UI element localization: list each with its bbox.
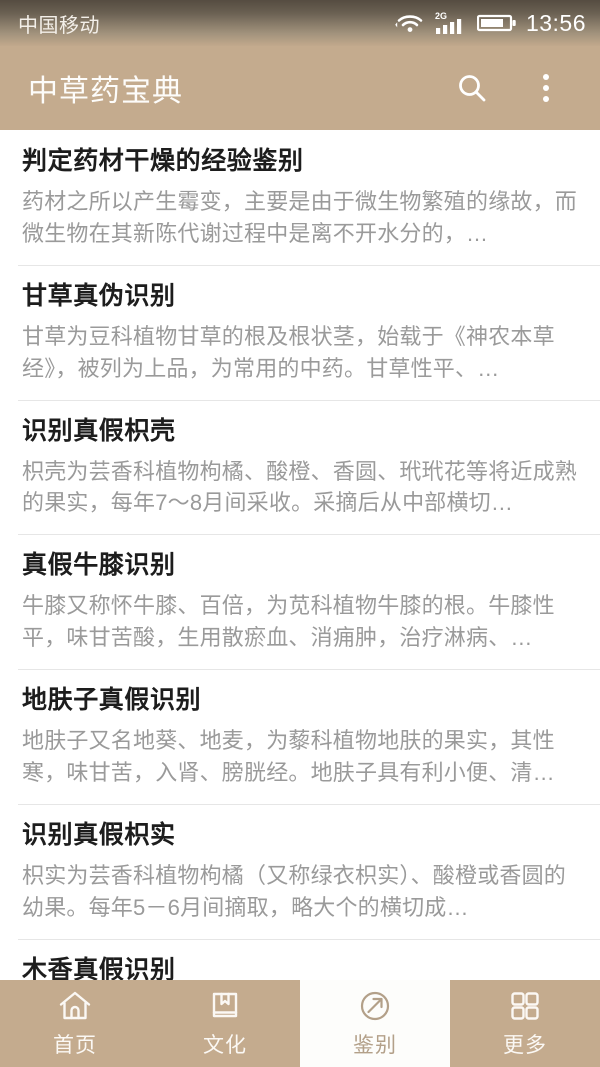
app-bar-actions — [452, 68, 578, 108]
list-item-description: 药材之所以产生霉变，主要是由于微生物繁殖的缘故，而微生物在其新陈代谢过程中是离不… — [22, 189, 578, 246]
list-item-title: 甘草真伪识别 — [22, 281, 176, 310]
book-icon — [207, 988, 243, 1024]
nav-label-more: 更多 — [503, 1034, 547, 1057]
list-item-description: 甘草为豆科植物甘草的根及根状茎，始载于《神农本草经》，被列为上品，为常用的中药。… — [22, 323, 555, 381]
list-item[interactable]: 木香真假识别 — [0, 938, 600, 980]
svg-text:2G: 2G — [435, 11, 447, 21]
list-item-title: 识别真假枳实 — [22, 820, 176, 849]
list-item[interactable]: 地肤子真假识别 地肤子又名地葵、地麦，为藜科植物地肤的果实，其性寒，味甘苦，入肾… — [0, 669, 600, 804]
wifi-icon — [395, 11, 425, 35]
nav-label-culture: 文化 — [203, 1034, 247, 1057]
nav-item-more[interactable]: 更多 — [450, 980, 600, 1067]
list-item[interactable]: 甘草真伪识别 甘草为豆科植物甘草的根及根状茎，始载于《神农本草经》，被列为上品，… — [0, 264, 600, 400]
carrier-label: 中国移动 — [18, 14, 100, 37]
list-item[interactable]: 识别真假枳壳 枳壳为芸香科植物枸橘、酸橙、香圆、玳玳花等将近成熟的果实，每年7～… — [0, 399, 600, 535]
list-item-description: 牛膝又称怀牛膝、百倍，为苋科植物牛膝的根。牛膝性平，味甘苦酸，生用散瘀血、消痈肿… — [22, 593, 555, 651]
list-item-title: 真假牛膝识别 — [22, 551, 176, 580]
page-title: 中草药宝典 — [28, 75, 183, 108]
list-item[interactable]: 识别真假枳实 枳实为芸香科植物枸橘（又称绿衣枳实）、酸橙或香圆的幼果。每年5－6… — [0, 803, 600, 939]
battery-icon — [476, 12, 517, 34]
cellular-signal-icon: 2G — [434, 10, 468, 36]
overflow-menu-icon[interactable] — [526, 68, 566, 108]
list-item-title: 木香真假识别 — [22, 955, 176, 980]
app-bar: 中草药宝典 — [0, 46, 600, 130]
list-item-description: 地肤子又名地葵、地麦，为藜科植物地肤的果实，其性寒，味甘苦，入肾、膀胱经。地肤子… — [22, 728, 555, 786]
compass-arrow-icon — [357, 988, 393, 1024]
list-item[interactable]: 判定药材干燥的经验鉴别 药材之所以产生霉变，主要是由于微生物繁殖的缘故，而微生物… — [0, 130, 600, 265]
app-root: 中国移动 2G 13:56 中草药宝典 判定药材干燥的经验鉴别 药材之所以产生霉… — [0, 0, 600, 1067]
home-icon — [57, 988, 93, 1024]
status-icons: 2G 13:56 — [395, 10, 586, 37]
list-item-title: 识别真假枳壳 — [22, 416, 176, 445]
list-item-title: 地肤子真假识别 — [22, 686, 202, 715]
clock-label: 13:56 — [525, 9, 586, 36]
nav-item-culture[interactable]: 文化 — [150, 980, 300, 1067]
bottom-navigation: 首页 文化 鉴别 更多 — [0, 980, 600, 1067]
nav-label-home: 首页 — [53, 1034, 97, 1057]
list-item[interactable]: 真假牛膝识别 牛膝又称怀牛膝、百倍，为苋科植物牛膝的根。牛膝性平，味甘苦酸，生用… — [0, 534, 600, 670]
list-item-description: 枳实为芸香科植物枸橘（又称绿衣枳实）、酸橙或香圆的幼果。每年5－6月间摘取，略大… — [22, 862, 567, 920]
list-item-description: 枳壳为芸香科植物枸橘、酸橙、香圆、玳玳花等将近成熟的果实，每年7～8月间采收。采… — [22, 458, 578, 516]
status-bar: 中国移动 2G 13:56 — [0, 0, 600, 46]
list-item-title: 判定药材干燥的经验鉴别 — [22, 147, 304, 175]
search-icon[interactable] — [452, 68, 492, 108]
nav-item-home[interactable]: 首页 — [0, 980, 150, 1067]
nav-item-identify[interactable]: 鉴别 — [300, 980, 450, 1067]
article-list[interactable]: 判定药材干燥的经验鉴别 药材之所以产生霉变，主要是由于微生物繁殖的缘故，而微生物… — [0, 130, 600, 980]
nav-label-identify: 鉴别 — [353, 1034, 397, 1057]
grid-icon — [507, 988, 543, 1024]
